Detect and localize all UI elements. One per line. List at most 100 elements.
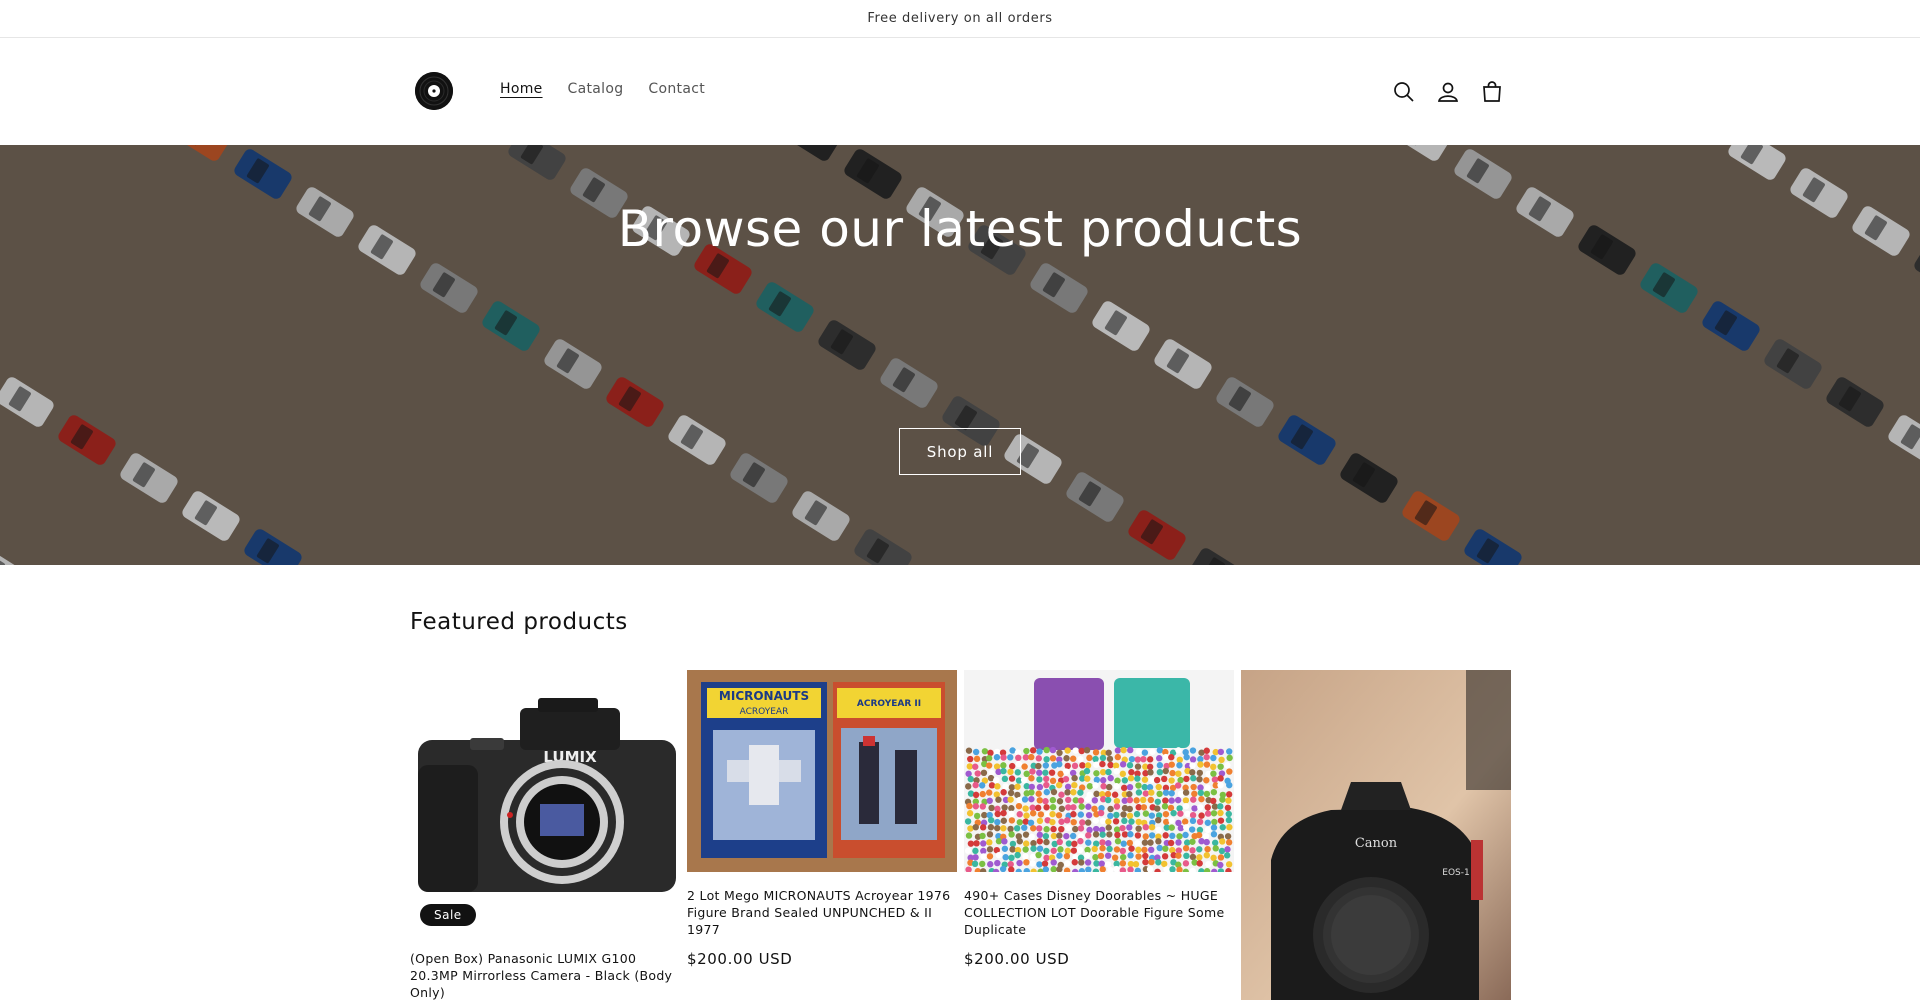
doorable-figure-dot <box>987 846 993 852</box>
doorable-figure-dot <box>1190 756 1196 762</box>
doorable-figure-dot <box>1023 831 1029 837</box>
doorable-figure-dot <box>1071 841 1077 847</box>
doorable-figure-dot <box>1143 810 1149 816</box>
doorable-figure-dot <box>1002 776 1008 782</box>
doorable-figure-dot <box>1100 818 1106 824</box>
doorable-figure-dot <box>973 803 979 809</box>
nav-contact-link[interactable]: Contact <box>648 81 705 97</box>
product-image-doorables-collection[interactable] <box>964 670 1234 872</box>
product-card[interactable]: MICRONAUTS ACROYEAR ACROYEAR II 2 Lot Me… <box>687 670 957 968</box>
doorable-figure-dot <box>1168 777 1174 783</box>
doorable-figure-dot <box>1105 852 1111 858</box>
product-title[interactable]: 490+ Cases Disney Doorables ~ HUGE COLLE… <box>964 887 1234 938</box>
doorable-figure-dot <box>1175 747 1181 753</box>
doorable-figure-dot <box>1035 763 1041 769</box>
doorable-figure-dot <box>1037 832 1043 838</box>
doorable-figure-dot <box>1009 846 1015 852</box>
doorable-figure-dot <box>1008 805 1014 811</box>
doorable-figure-dot <box>1057 798 1063 804</box>
shop-all-button[interactable]: Shop all <box>899 428 1021 475</box>
doorable-figure-dot <box>1000 789 1006 795</box>
doorable-figure-dot <box>1050 826 1056 832</box>
doorable-figure-dot <box>1077 756 1083 762</box>
doorable-figure-dot <box>1016 860 1022 866</box>
doorable-figure-dot <box>1175 852 1181 858</box>
doorable-figure-dot <box>1014 852 1020 858</box>
doorable-figure-dot <box>1140 756 1146 762</box>
doorable-figure-dot <box>1100 777 1106 783</box>
doorable-figure-dot <box>965 783 971 789</box>
doorable-figure-dot <box>1183 754 1189 760</box>
product-card[interactable]: 490+ Cases Disney Doorables ~ HUGE COLLE… <box>964 670 1234 968</box>
doorable-figure-dot <box>1184 811 1190 817</box>
doorable-figure-dot <box>1017 819 1023 825</box>
doorable-figure-dot <box>986 839 992 845</box>
doorable-figure-dot <box>1105 769 1111 775</box>
account-icon[interactable] <box>1435 79 1461 105</box>
doorable-figure-dot <box>1000 810 1006 816</box>
doorable-figure-dot <box>1085 832 1091 838</box>
doorable-figure-dot <box>1149 749 1155 755</box>
doorable-figure-dot <box>1106 784 1112 790</box>
product-title[interactable]: 2 Lot Mego MICRONAUTS Acroyear 1976 Figu… <box>687 887 957 938</box>
hero-title: Browse our latest products <box>0 200 1920 258</box>
nav-catalog-link[interactable]: Catalog <box>568 81 624 97</box>
product-title[interactable]: (Open Box) Panasonic LUMIX G100 20.3MP M… <box>410 950 680 1001</box>
doorable-figure-dot <box>1212 776 1218 782</box>
doorable-figure-dot <box>1169 790 1175 796</box>
doorable-figure-dot <box>1135 763 1141 769</box>
doorable-figure-dot <box>1211 810 1217 816</box>
doorable-figure-dot <box>1142 839 1148 845</box>
doorable-figure-dot <box>1058 819 1064 825</box>
vinyl-record-logo[interactable] <box>415 72 453 110</box>
doorable-figure-dot <box>1120 848 1126 854</box>
doorable-figure-dot <box>1078 797 1084 803</box>
product-image-camera-canon[interactable]: Canon EOS-1 <box>1241 670 1511 1000</box>
cart-icon[interactable] <box>1479 79 1505 105</box>
search-icon[interactable] <box>1391 79 1417 105</box>
doorable-figure-dot <box>1205 861 1211 867</box>
doorable-figure-dot <box>996 838 1002 844</box>
announcement-bar: Free delivery on all orders <box>0 0 1920 38</box>
doorable-figure-dot <box>1064 817 1070 823</box>
nav-home-link[interactable]: Home <box>500 81 543 97</box>
doorable-figure-dot <box>1182 818 1188 824</box>
doorable-figure-dot <box>1169 797 1175 803</box>
doorable-figure-dot <box>1023 840 1029 846</box>
doorable-figure-dot <box>1147 756 1153 762</box>
doorable-figure-dot <box>1099 831 1105 837</box>
doorable-figure-dot <box>1009 775 1015 781</box>
doorable-figure-dot <box>1023 748 1029 754</box>
doorable-figure-dot <box>1100 755 1106 761</box>
doorable-figure-dot <box>1161 861 1167 867</box>
doorable-figure-dot <box>1198 812 1204 818</box>
doorable-figure-dot <box>1065 797 1071 803</box>
doorable-figure-dot <box>980 803 986 809</box>
product-image-micronauts-figures[interactable]: MICRONAUTS ACROYEAR ACROYEAR II <box>687 670 957 872</box>
doorable-figure-dot <box>1183 824 1189 830</box>
doorable-figure-dot <box>972 782 978 788</box>
product-card[interactable]: LUMIX Sale (Open Box) Panasonic LUMIX G1… <box>410 670 680 1001</box>
featured-products-title: Featured products <box>410 609 628 635</box>
doorable-figure-dot <box>1000 762 1006 768</box>
doorable-figure-dot <box>1050 747 1056 753</box>
doorable-figure-dot <box>1127 831 1133 837</box>
doorable-figure-dot <box>1120 747 1126 753</box>
doorable-figure-dot <box>1091 846 1097 852</box>
doorable-figure-dot <box>1143 833 1149 839</box>
doorable-figure-dot <box>1071 775 1077 781</box>
doorable-figure-dot <box>1135 825 1141 831</box>
doorable-figure-dot <box>1042 860 1048 866</box>
doorable-figure-dot <box>1035 791 1041 797</box>
doorable-figure-dot <box>1050 797 1056 803</box>
doorable-figure-dot <box>993 777 999 783</box>
doorable-figure-dot <box>1051 848 1057 854</box>
doorable-figure-dot <box>1072 826 1078 832</box>
doorable-figure-dot <box>1030 825 1036 831</box>
doorable-figure-dot <box>1064 853 1070 859</box>
product-card[interactable]: Canon EOS-1 <box>1241 670 1511 1000</box>
doorable-figure-dot <box>1078 811 1084 817</box>
doorable-figure-dot <box>1134 775 1140 781</box>
product-image-camera-lumix[interactable]: LUMIX Sale <box>410 670 680 926</box>
doorable-figure-dot <box>1099 860 1105 866</box>
